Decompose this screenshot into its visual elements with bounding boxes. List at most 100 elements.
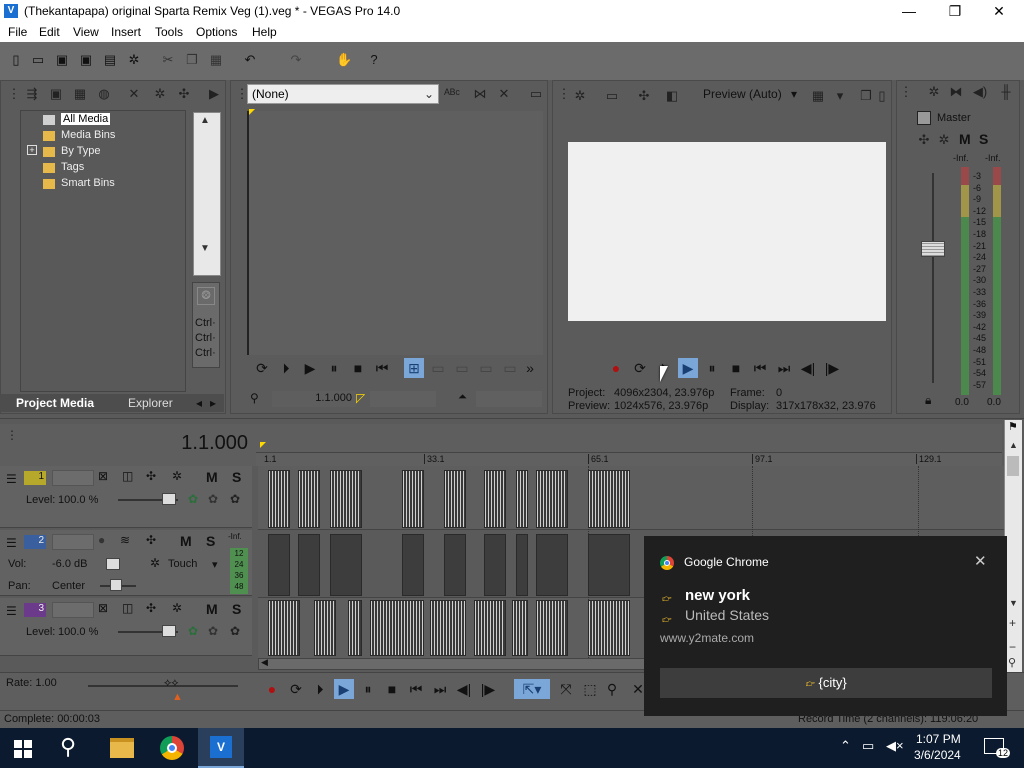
scroll-thumb[interactable]	[1007, 456, 1019, 476]
media-fx-icon[interactable]: ✣	[175, 85, 193, 103]
audio-clip[interactable]	[516, 534, 528, 596]
invert-phase-icon[interactable]: ≋	[120, 533, 130, 547]
video-clip[interactable]	[330, 470, 362, 528]
track-motion-icon[interactable]: ⊠	[98, 601, 108, 615]
audio-clip[interactable]	[444, 534, 466, 596]
notification-close-button[interactable]: ✕	[974, 552, 987, 570]
video-clip[interactable]	[268, 600, 300, 656]
track-header-1[interactable]: ☰ 1 ⊠ ◫ ✣ ✲ M S Level: 100.0 % ✿ ✿ ✿	[0, 466, 252, 528]
add-to-timeline-icon[interactable]: ▭	[428, 358, 448, 378]
media-fx-button[interactable]: ⨷	[197, 287, 215, 305]
play-icon[interactable]: ▶	[334, 679, 354, 699]
stop-icon[interactable]: ■	[726, 358, 746, 378]
help-icon[interactable]: ?	[366, 52, 382, 68]
video-clip[interactable]	[348, 600, 362, 656]
video-clip[interactable]	[516, 470, 528, 528]
globe-icon[interactable]: ◍	[95, 85, 113, 103]
make-child-icon[interactable]: ✿	[230, 492, 240, 506]
play-icon[interactable]: ▶	[300, 358, 320, 378]
video-clip[interactable]	[444, 470, 466, 528]
composite-parent-icon[interactable]: ✿	[188, 624, 198, 638]
go-to-start-icon[interactable]: ⏮	[406, 679, 426, 699]
stop-icon[interactable]: ■	[382, 679, 402, 699]
menu-help[interactable]: Help	[252, 25, 277, 39]
get-media-icon[interactable]: ▦	[71, 85, 89, 103]
video-clip[interactable]	[588, 600, 630, 656]
pause-icon[interactable]: ⏸	[358, 679, 378, 699]
minimize-track-icon[interactable]: ☰	[6, 472, 17, 486]
properties-gear-icon[interactable]: ✲	[151, 85, 169, 103]
rate-slider-handle[interactable]: ⟡⟡	[164, 677, 179, 690]
video-clip[interactable]	[536, 470, 568, 528]
composite-child-icon[interactable]: ✿	[208, 492, 218, 506]
record-icon[interactable]: ●	[262, 679, 282, 699]
master-fx-gear-icon[interactable]: ✲	[935, 131, 953, 149]
video-clip[interactable]	[370, 600, 424, 656]
play-from-start-icon[interactable]: ⏵	[276, 358, 296, 378]
track-header-3[interactable]: ☰ 3 ⊠ ◫ ✣ ✲ M S Level: 100.0 % ✿ ✿ ✿	[0, 598, 252, 656]
zoom-out-icon[interactable]: −	[1009, 640, 1016, 654]
speaker-icon[interactable]: ◀)	[971, 83, 989, 101]
video-clip[interactable]	[484, 470, 506, 528]
network-icon[interactable]: ▭	[862, 738, 874, 754]
cut-icon[interactable]: ✂	[160, 52, 176, 68]
trimmer-options-icon[interactable]: ▭	[527, 85, 545, 103]
menu-view[interactable]: View	[73, 25, 99, 39]
audio-clip[interactable]	[330, 534, 362, 596]
expand-icon[interactable]: +	[27, 145, 37, 155]
timeline-ruler[interactable]: 1.1 33.1 65.1 97.1 129.1	[256, 424, 1002, 466]
video-clip[interactable]	[588, 470, 630, 528]
automation-mode[interactable]: Touch	[168, 558, 197, 570]
undo-icon[interactable]: ↶	[242, 52, 258, 68]
clear-trimmer-icon[interactable]: ✕	[495, 85, 513, 103]
scroll-left-icon[interactable]: ◀	[261, 657, 268, 668]
tab-next-icon[interactable]: ▸	[210, 396, 216, 410]
audio-clip[interactable]	[402, 534, 424, 596]
previous-frame-icon[interactable]: ◀|	[798, 358, 818, 378]
close-button[interactable]: ✕	[976, 0, 1022, 23]
media-list-scrollbar[interactable]: ▲ ▼	[193, 112, 221, 276]
pause-icon[interactable]: ⏸	[324, 358, 344, 378]
audio-clip[interactable]	[268, 534, 290, 596]
video-clip[interactable]	[298, 470, 320, 528]
track-fx-icon[interactable]: ✣	[146, 469, 156, 483]
video-preview-screen[interactable]	[568, 142, 886, 321]
menu-file[interactable]: File	[8, 25, 27, 39]
track-name-field[interactable]	[52, 534, 94, 550]
zoom-tool-icon[interactable]: ⚲	[602, 679, 622, 699]
preview-settings-gear-icon[interactable]: ✲	[571, 87, 589, 105]
track-solo-button[interactable]: S	[206, 533, 215, 549]
menu-insert[interactable]: Insert	[111, 25, 141, 39]
clock-date[interactable]: 3/6/2024	[914, 748, 961, 762]
go-to-start-icon[interactable]: ⏮	[750, 358, 770, 378]
video-clip[interactable]	[512, 600, 528, 656]
track-motion-icon[interactable]: ⊠	[98, 469, 108, 483]
video-clip[interactable]	[536, 600, 568, 656]
video-clip[interactable]	[402, 470, 424, 528]
settings-gear-icon[interactable]: ✲	[126, 52, 142, 68]
save-as-icon[interactable]: ▣	[78, 52, 94, 68]
volume-slider-handle[interactable]	[106, 558, 120, 570]
loop-icon[interactable]: ⟳	[286, 679, 306, 699]
composite-parent-icon[interactable]: ✿	[188, 492, 198, 506]
next-frame-icon[interactable]: |▶	[478, 679, 498, 699]
scroll-down-icon[interactable]: ▼	[1009, 598, 1018, 608]
compositing-mode-icon[interactable]: ◫	[122, 601, 133, 615]
overlay-grid-icon[interactable]: ▦	[809, 87, 827, 105]
go-to-end-icon[interactable]: ⏭	[430, 679, 450, 699]
video-clip[interactable]	[430, 600, 466, 656]
tab-project-media[interactable]: Project Media	[16, 396, 94, 410]
go-to-end-icon[interactable]: ⏭	[774, 358, 794, 378]
save-snapshot-icon[interactable]: ▯	[873, 87, 891, 105]
split-screen-icon[interactable]: ◧	[663, 87, 681, 105]
copy-icon[interactable]: ❐	[184, 52, 200, 68]
new-file-icon[interactable]: ▯	[8, 52, 24, 68]
lock-icon[interactable]: 🔒︎	[925, 393, 931, 408]
track-mute-button[interactable]: M	[206, 601, 218, 617]
chrome-notification[interactable]: Google Chrome ✕ 👉︎ new york 👉︎ United St…	[644, 536, 1007, 716]
spell-abc-icon[interactable]: ᴬᴮᶜ	[443, 85, 461, 103]
render-icon[interactable]: ▤	[102, 52, 118, 68]
composite-child-icon[interactable]: ✿	[208, 624, 218, 638]
level-slider-handle[interactable]	[162, 625, 176, 637]
zoom-tool-icon[interactable]: ⚲	[1008, 656, 1016, 669]
